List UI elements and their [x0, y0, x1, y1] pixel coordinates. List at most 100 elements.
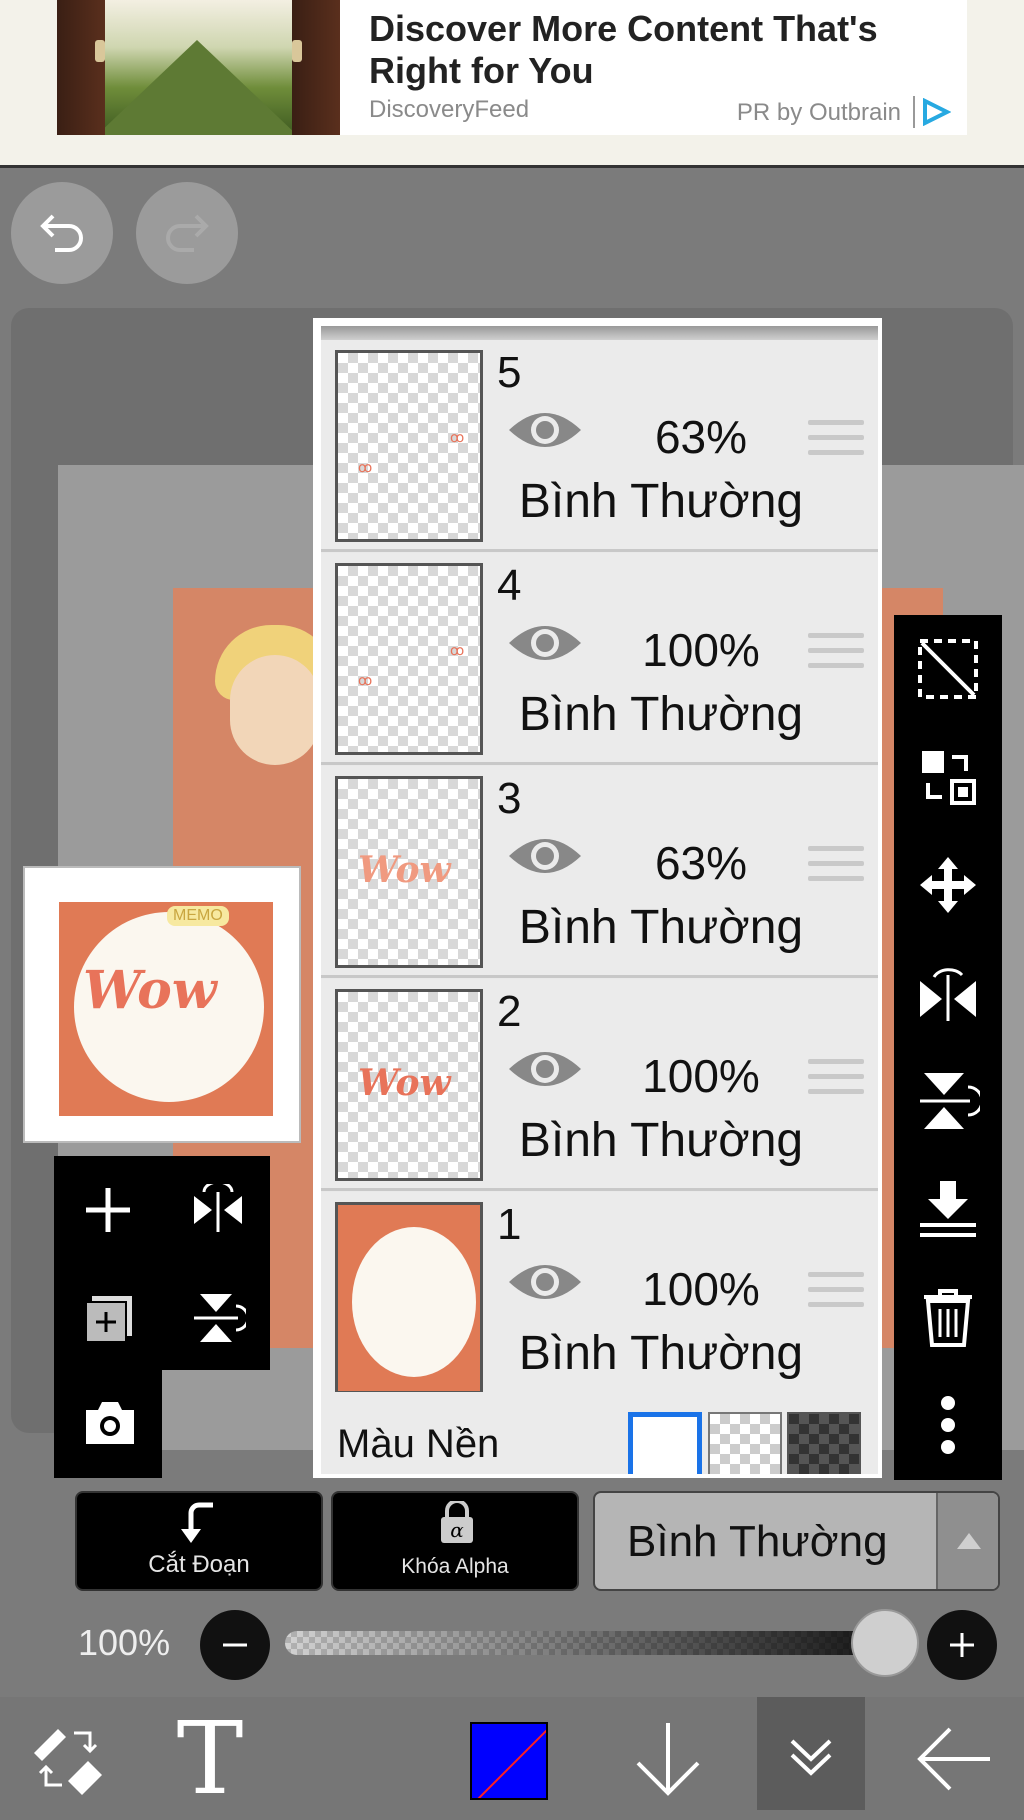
chevron-up-icon[interactable] — [936, 1493, 998, 1589]
layer-row[interactable]: Wow 3 63% Bình Thường — [321, 766, 878, 978]
opacity-decrease-button[interactable] — [200, 1610, 270, 1680]
visibility-eye-icon[interactable] — [507, 406, 583, 454]
background-label: Màu Nền — [337, 1422, 500, 1466]
down-arrow-button[interactable] — [612, 1697, 722, 1820]
background-dark-swatch[interactable] — [787, 1412, 861, 1474]
flip-vertical-icon — [194, 1294, 246, 1342]
background-transparent-swatch[interactable] — [708, 1412, 782, 1474]
layer-opacity: 100% — [642, 1050, 760, 1102]
opacity-slider-thumb[interactable] — [851, 1609, 919, 1677]
ad-pr-label[interactable]: PR by Outbrain — [737, 99, 901, 127]
duplicate-layer-button[interactable] — [54, 1262, 162, 1370]
drag-handle-icon[interactable] — [808, 1059, 864, 1104]
camera-tool — [54, 1370, 162, 1478]
layer-number: 1 — [497, 1200, 522, 1249]
layer-blend-mode: Bình Thường — [518, 1114, 804, 1167]
background-color-row: Màu Nền — [321, 1392, 878, 1474]
text-tool-button[interactable]: T — [155, 1697, 265, 1820]
layer-blend-mode: Bình Thường — [518, 1327, 804, 1380]
background-white-swatch[interactable] — [628, 1412, 702, 1474]
drag-handle-icon[interactable] — [808, 633, 864, 678]
flip-vertical-icon — [920, 1073, 980, 1129]
layer-opacity: 63% — [654, 837, 748, 889]
back-button[interactable] — [894, 1697, 1004, 1820]
primary-color-swatch[interactable] — [470, 1722, 548, 1800]
ad-source: DiscoveryFeed — [369, 96, 530, 123]
layer-panel[interactable]: ꝏꝏ 5 63% Bình Thường ꝏꝏ 4 100% Bình Thườ… — [313, 318, 882, 1478]
visibility-eye-icon[interactable] — [507, 619, 583, 667]
opacity-slider-track[interactable] — [285, 1631, 885, 1655]
preview-wow: Wow — [83, 960, 217, 1021]
layer-thumbnail[interactable]: Wow — [335, 776, 483, 968]
trash-icon — [924, 1289, 972, 1347]
layer-thumbnail[interactable]: ꝏꝏ — [335, 350, 483, 542]
canvas-preview[interactable]: MEMO Wow — [23, 866, 301, 1143]
flip-vertical-button[interactable] — [162, 1262, 270, 1370]
layer-row[interactable]: ꝏꝏ 5 63% Bình Thường — [321, 340, 878, 552]
clipping-arrow-icon — [181, 1502, 213, 1543]
swap-icon — [922, 751, 976, 805]
selection-icon — [918, 639, 978, 699]
layer-row[interactable]: 1 100% Bình Thường — [321, 1192, 878, 1404]
flip-horizontal-icon — [194, 1184, 242, 1232]
adchoices-icon[interactable] — [913, 96, 953, 128]
preview-art: MEMO Wow — [59, 902, 273, 1116]
drag-handle-icon[interactable] — [808, 846, 864, 891]
artwork-face — [230, 655, 320, 765]
redo-button[interactable] — [136, 182, 238, 284]
layer-opacity: 100% — [642, 624, 760, 676]
right-toolbar — [894, 615, 1002, 1480]
blend-mode-select[interactable]: Bình Thường — [593, 1491, 1000, 1591]
svg-text:α: α — [450, 1518, 464, 1542]
drag-handle-icon[interactable] — [808, 1272, 864, 1317]
flip-horizontal-button[interactable] — [162, 1156, 270, 1264]
visibility-eye-icon[interactable] — [507, 832, 583, 880]
ad-card[interactable]: Discover More Content That's Right for Y… — [57, 0, 967, 135]
layer-row[interactable]: ꝏꝏ 4 100% Bình Thường — [321, 553, 878, 765]
ad-title[interactable]: Discover More Content That's Right for Y… — [369, 8, 949, 92]
layer-opacity: 63% — [654, 411, 748, 463]
layer-number: 4 — [497, 561, 522, 610]
undo-button[interactable] — [11, 182, 113, 284]
alpha-lock-button[interactable]: α Khóa Alpha — [331, 1491, 579, 1591]
opacity-increase-button[interactable] — [927, 1610, 997, 1680]
delete-layer-button[interactable] — [894, 1263, 1002, 1371]
camera-button[interactable] — [54, 1370, 162, 1478]
more-vertical-icon — [941, 1396, 955, 1454]
opacity-value: 100% — [78, 1622, 171, 1663]
blend-mode-value: Bình Thường — [627, 1517, 888, 1566]
select-area-button[interactable] — [894, 615, 1002, 723]
layer-number: 5 — [497, 348, 522, 397]
flip-horizontal-icon — [920, 968, 976, 1021]
move-button[interactable] — [894, 831, 1002, 939]
tool-switch-button[interactable] — [8, 1697, 118, 1820]
layer-thumbnail[interactable] — [335, 1202, 483, 1394]
move-icon — [920, 857, 976, 913]
redo-icon — [166, 214, 209, 252]
layer-number: 2 — [497, 987, 522, 1036]
layer-blend-mode: Bình Thường — [518, 475, 804, 528]
lock-icon: α — [441, 1501, 473, 1543]
clipping-button[interactable]: Cắt Đoạn — [75, 1491, 323, 1591]
flip-layer-vertical-button[interactable] — [894, 1047, 1002, 1155]
layer-thumbnail[interactable]: ꝏꝏ — [335, 563, 483, 755]
merge-down-button[interactable] — [894, 1155, 1002, 1263]
add-layer-button[interactable] — [54, 1156, 162, 1264]
drag-handle-icon[interactable] — [808, 420, 864, 465]
merge-down-icon — [920, 1181, 976, 1237]
visibility-eye-icon[interactable] — [507, 1258, 583, 1306]
flip-layer-horizontal-button[interactable] — [894, 939, 1002, 1047]
layers-toggle-button[interactable] — [757, 1697, 865, 1810]
transform-button[interactable] — [894, 723, 1002, 831]
more-options-button[interactable] — [894, 1371, 1002, 1479]
ad-banner[interactable]: Discover More Content That's Right for Y… — [0, 0, 1024, 168]
layer-thumbnail[interactable]: Wow — [335, 989, 483, 1181]
ad-image[interactable] — [57, 0, 340, 135]
arrow-left-icon — [917, 1727, 990, 1791]
layer-row[interactable]: Wow 2 100% Bình Thường — [321, 979, 878, 1191]
duplicate-icon — [85, 1296, 132, 1343]
minus-icon — [223, 1643, 247, 1647]
visibility-eye-icon[interactable] — [507, 1045, 583, 1093]
clipping-label: Cắt Đoạn — [148, 1551, 250, 1578]
brush-eraser-icon — [34, 1729, 102, 1795]
